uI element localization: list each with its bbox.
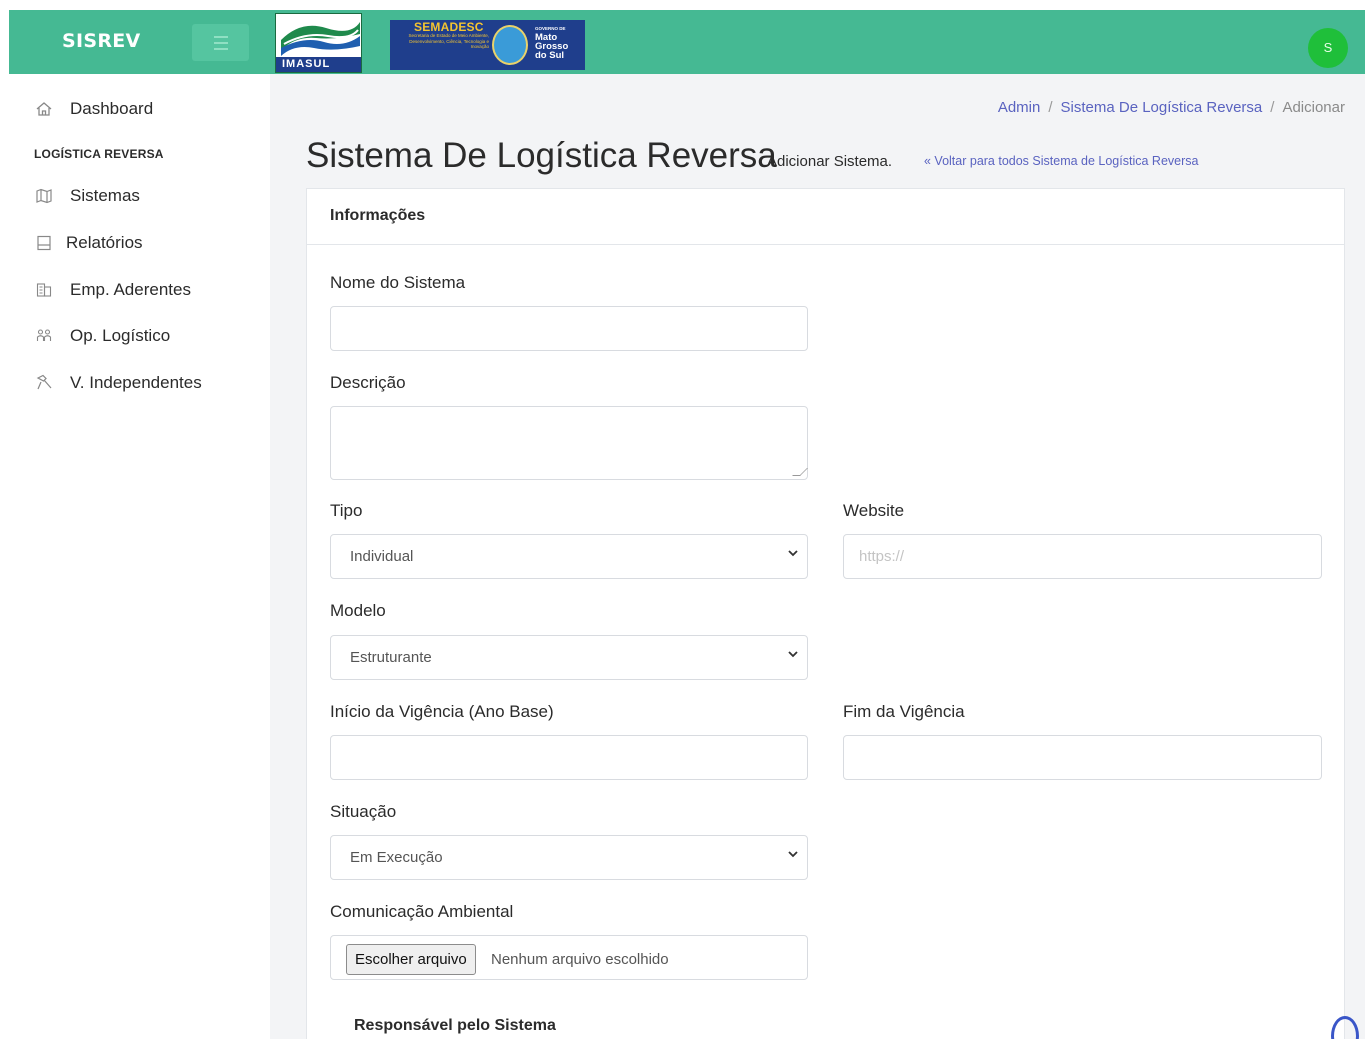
home-icon xyxy=(35,100,53,118)
chevron-down-icon xyxy=(787,547,801,563)
sidebar-section-heading: LOGÍSTICA REVERSA xyxy=(34,147,164,161)
top-navbar: SISREV IMASUL SEMADESC Secretaria de Est… xyxy=(9,10,1365,74)
tipo-label: Tipo xyxy=(330,501,363,520)
breadcrumb-separator: / xyxy=(1048,99,1053,116)
resize-grip-icon[interactable] xyxy=(792,468,808,476)
choose-file-button[interactable]: Escolher arquivo xyxy=(346,944,476,975)
state-seal-icon xyxy=(492,25,528,65)
form-card: Informações Nome do Sistema Descrição Ti… xyxy=(306,188,1345,1039)
website-input[interactable]: https:// xyxy=(843,534,1322,579)
sidebar-item-label: Emp. Aderentes xyxy=(70,280,191,299)
modelo-select[interactable]: Estruturante xyxy=(330,635,808,680)
hamburger-icon xyxy=(214,36,228,38)
breadcrumb-admin[interactable]: Admin xyxy=(998,99,1041,116)
hamburger-line xyxy=(214,42,228,44)
sidebar-item-label: Sistemas xyxy=(70,186,140,205)
sidebar-item-label: V. Independentes xyxy=(70,373,202,392)
descricao-label: Descrição xyxy=(330,373,406,392)
page-title: Sistema De Logística Reversa xyxy=(306,136,777,175)
sidebar-item-label: Op. Logístico xyxy=(70,326,171,345)
tipo-select[interactable]: Individual xyxy=(330,534,808,579)
breadcrumb: Admin / Sistema De Logística Reversa / Adici… xyxy=(998,99,1345,116)
nome-label: Nome do Sistema xyxy=(330,273,466,292)
situacao-select[interactable]: Em Execução xyxy=(330,835,808,880)
document-icon xyxy=(35,234,53,252)
map-icon xyxy=(35,187,53,205)
main-content: Admin / Sistema De Logística Reversa / Adici… xyxy=(270,74,1365,1039)
inicio-input[interactable] xyxy=(330,735,808,780)
brand-name[interactable]: SISREV xyxy=(62,30,141,52)
sidebar-item-op-logistico[interactable]: Op. Logístico xyxy=(9,322,270,352)
website-placeholder: https:// xyxy=(859,548,905,565)
chevron-down-icon xyxy=(787,648,801,664)
comunicacao-label: Comunicação Ambiental xyxy=(330,902,514,921)
people-icon xyxy=(35,327,53,345)
modelo-value: Estruturante xyxy=(350,649,432,666)
tipo-value: Individual xyxy=(350,548,414,565)
imasul-logo-text: IMASUL xyxy=(276,57,361,72)
user-avatar[interactable]: S xyxy=(1308,28,1348,68)
hammer-icon xyxy=(35,374,53,392)
chevron-down-icon xyxy=(787,848,801,864)
semadesc-title: SEMADESC xyxy=(414,20,484,34)
fim-input[interactable] xyxy=(843,735,1322,780)
sidebar-item-relatorios[interactable]: Relatórios xyxy=(9,229,270,259)
situacao-label: Situação xyxy=(330,802,397,821)
gov-state-name: Mato Grosso do Sul xyxy=(535,32,569,61)
card-title: Informações xyxy=(330,207,426,224)
breadcrumb-current: Adicionar xyxy=(1282,99,1345,116)
hamburger-line xyxy=(214,48,228,50)
sidebar-item-dashboard[interactable]: Dashboard xyxy=(9,95,270,125)
descricao-textarea[interactable] xyxy=(330,406,808,480)
sidebar-item-label: Dashboard xyxy=(70,99,154,118)
breadcrumb-separator: / xyxy=(1270,99,1275,116)
imasul-wave-icon xyxy=(276,14,361,60)
sidebar-item-v-independentes[interactable]: V. Independentes xyxy=(9,369,270,399)
modelo-label: Modelo xyxy=(330,601,386,620)
fim-label: Fim da Vigência xyxy=(843,702,965,721)
menu-toggle-button[interactable] xyxy=(192,24,249,61)
sidebar-item-emp-aderentes[interactable]: Emp. Aderentes xyxy=(9,276,270,306)
sidebar-item-label: Relatórios xyxy=(66,233,143,252)
building-icon xyxy=(35,281,53,299)
page-subtitle: Adicionar Sistema. xyxy=(767,153,893,170)
nome-input[interactable] xyxy=(330,306,808,351)
responsavel-heading: Responsável pelo Sistema xyxy=(354,1017,556,1034)
situacao-value: Em Execução xyxy=(350,849,443,866)
back-link[interactable]: « Voltar para todos Sistema de Logística… xyxy=(924,154,1198,168)
file-status: Nenhum arquivo escolhido xyxy=(491,951,669,968)
website-label: Website xyxy=(843,501,905,520)
breadcrumb-sistema[interactable]: Sistema De Logística Reversa xyxy=(1061,99,1263,116)
sidebar-item-sistemas[interactable]: Sistemas xyxy=(9,182,270,212)
semadesc-logo: SEMADESC Secretaria de Estado de Meio Am… xyxy=(390,20,585,70)
gov-label: GOVERNO DE xyxy=(535,26,566,31)
sidebar: Dashboard LOGÍSTICA REVERSA Sistemas Rel… xyxy=(9,74,270,1039)
comunicacao-file-input[interactable]: Escolher arquivo Nenhum arquivo escolhid… xyxy=(330,935,808,980)
inicio-label: Início da Vigência (Ano Base) xyxy=(330,702,554,721)
semadesc-subtitle: Secretaria de Estado de Meio Ambiente, D… xyxy=(408,33,489,49)
card-header: Informações xyxy=(307,189,1344,245)
imasul-logo: IMASUL xyxy=(275,13,362,73)
